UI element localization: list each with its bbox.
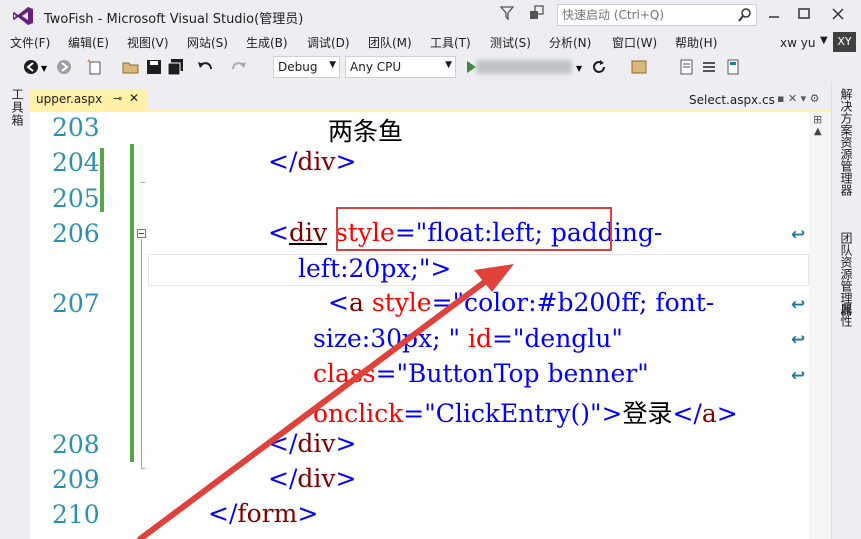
browser-link-icon[interactable] [630,58,648,76]
blurred-run-target[interactable] [476,60,572,74]
code-line-210: </form> [208,499,319,528]
window-title: TwoFish - Microsoft Visual Studio(管理员) [44,12,304,27]
undo-icon[interactable] [196,58,214,76]
uncomment-icon[interactable] [700,58,718,76]
line-number: 208 [52,430,100,459]
annotation-highlight-box [336,207,612,251]
solution-platform-select[interactable]: Any CPU ▼ [345,56,456,78]
open-file-icon[interactable] [122,58,140,76]
title-bar: TwoFish - Microsoft Visual Studio(管理员) [0,0,861,32]
quick-launch-input[interactable] [562,7,732,23]
collapse-region-icon[interactable] [137,229,146,238]
line-number: 205 [52,184,100,213]
left-tool-strip [0,82,28,539]
tab-overflow-icons[interactable]: ▪ ✕ ▾ ⚙ [777,92,820,105]
word-wrap-icon: ↩ [791,366,806,386]
line-number: 209 [52,465,100,494]
tab-select-aspx-cs[interactable]: Select.aspx.cs [689,93,775,107]
filter-icon[interactable] [500,5,514,21]
back-navigate-icon[interactable] [22,58,40,76]
comment-out-icon[interactable] [678,58,696,76]
close-icon[interactable]: ✕ [129,91,139,105]
menu-test[interactable]: 测试(S) [490,34,531,51]
outline-guide [141,239,142,469]
word-wrap-icon: ↩ [791,330,806,350]
chevron-down-icon: ▼ [329,60,336,70]
change-tracking-bar [100,148,104,212]
standard-toolbar: ▼ Debug ▼ Any CPU ▼ ▼ [0,55,861,81]
menu-analyze[interactable]: 分析(N) [549,34,591,51]
maximize-button[interactable] [792,4,816,24]
new-project-icon[interactable] [86,58,104,76]
change-tracking-bar [130,144,134,462]
menu-view[interactable]: 视图(V) [127,34,169,51]
code-line-207-wrap-2: class="ButtonTop benner" [313,359,649,388]
menu-build[interactable]: 生成(B) [246,34,288,51]
solution-configuration-select[interactable]: Debug ▼ [273,56,340,78]
bookmark-icon[interactable] [724,58,742,76]
line-number: 204 [52,148,100,177]
minimize-button[interactable] [762,4,786,24]
vertical-scrollbar[interactable] [809,112,831,539]
line-number: 203 [52,113,100,142]
code-line-206-wrap: left:20px;"> [298,254,452,283]
chevron-down-icon: ▼ [445,60,452,70]
properties-tab[interactable]: 属性 [838,303,855,327]
menu-debug[interactable]: 调试(D) [307,34,350,51]
menu-team[interactable]: 团队(M) [368,34,412,51]
forward-navigate-icon[interactable] [55,58,73,76]
menu-window[interactable]: 窗口(W) [612,34,657,51]
search-icon[interactable] [738,7,752,23]
code-line-208: </div> [268,429,357,458]
line-number: 207 [52,289,100,318]
platform-value: Any CPU [350,60,402,74]
line-number: 210 [52,500,100,529]
line-number: 206 [52,219,100,248]
configuration-value: Debug [278,60,318,74]
code-line-207-wrap-3: onclick="ClickEntry()">登录</a> [313,399,738,428]
menu-website[interactable]: 网站(S) [187,34,228,51]
user-dropdown-icon[interactable]: ▼ [820,35,828,46]
menu-bar: 文件(F) 编辑(E) 视图(V) 网站(S) 生成(B) 调试(D) 团队(M… [0,32,861,54]
close-button[interactable] [826,4,850,24]
tab-label: upper.aspx [36,92,103,106]
redo-icon[interactable] [230,58,248,76]
visual-studio-logo-icon [13,7,33,25]
save-icon[interactable] [145,58,163,76]
user-name[interactable]: xw yu [780,36,815,50]
split-window-icon[interactable]: ⊞ [813,113,822,126]
current-line-highlight [148,254,809,286]
avatar[interactable]: XY [833,32,856,52]
code-line-207: <a style="color:#b200ff; font- [328,288,715,317]
code-line-207-wrap-1: size:30px; " id="denglu" [313,324,623,353]
feedback-icon[interactable] [529,5,547,21]
pin-icon[interactable]: ⊸ [113,92,122,105]
solution-explorer-tab[interactable]: 解决方案资源管理器 [838,88,855,196]
visual-studio-window: TwoFish - Microsoft Visual Studio(管理员) 文… [0,0,861,539]
quick-launch-box[interactable] [557,4,757,26]
toolbox-tab[interactable]: 工具箱 [9,88,26,127]
scroll-up-icon[interactable]: ▲ [814,126,822,137]
menu-edit[interactable]: 编辑(E) [68,34,109,51]
save-all-icon[interactable] [167,58,185,76]
menu-file[interactable]: 文件(F) [10,34,50,51]
menu-help[interactable]: 帮助(H) [675,34,717,51]
code-line-203: 两条鱼 [328,117,404,146]
outline-tick [141,182,145,183]
code-line-204: </div> [268,147,357,176]
menu-tools[interactable]: 工具(T) [430,34,471,51]
word-wrap-icon: ↩ [791,295,806,315]
refresh-icon[interactable] [590,58,608,76]
word-wrap-icon: ↩ [791,225,806,245]
code-line-209: </div> [268,464,357,493]
outline-tick [141,468,145,469]
